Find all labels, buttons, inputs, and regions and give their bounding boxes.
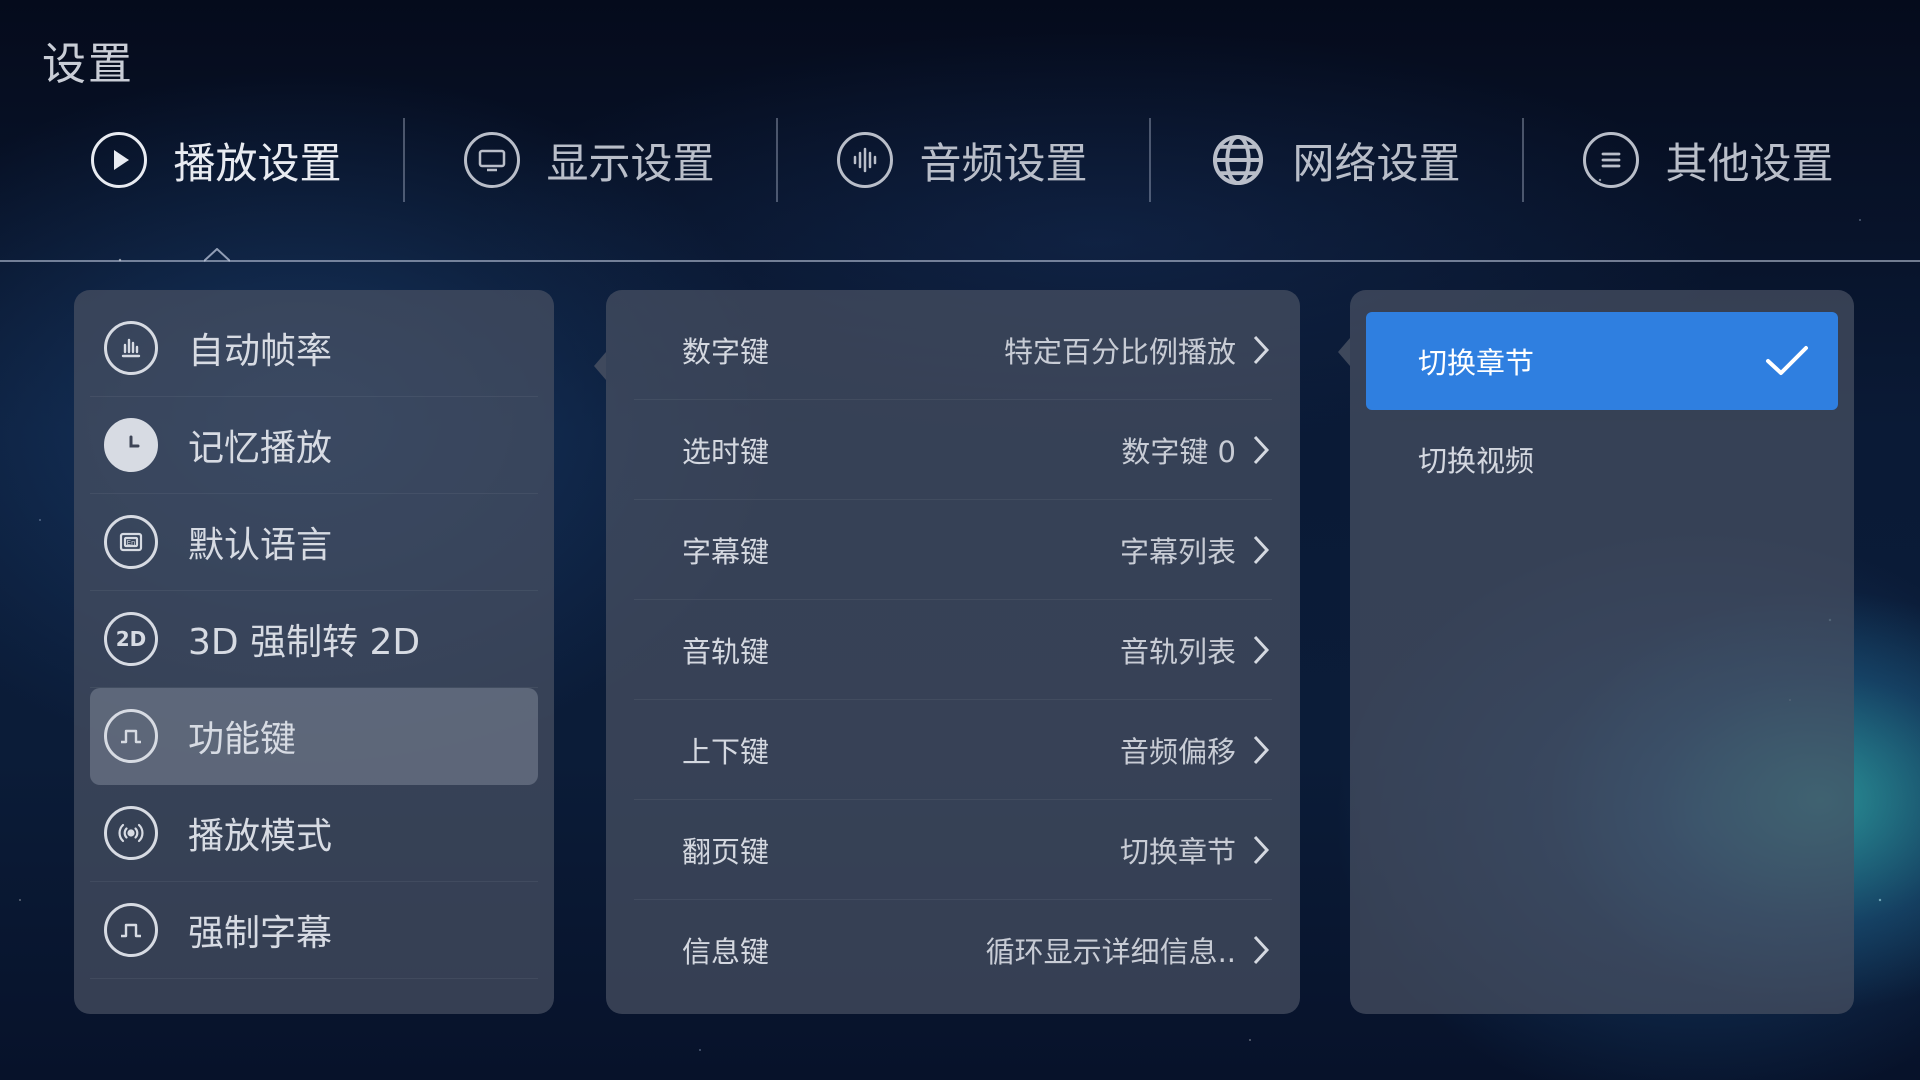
function-key-value: 循环显示详细信息..: [985, 935, 1236, 969]
audio-wave-icon: [837, 132, 894, 188]
tab-label: 其他设置: [1665, 138, 1834, 188]
chevron-right-icon: [1253, 335, 1270, 364]
submenu-pointer: [594, 352, 606, 380]
globe-icon: [1210, 132, 1266, 188]
monitor-icon: [464, 132, 521, 188]
checkmark-icon: [1766, 346, 1808, 375]
option-label: 切换章节: [1418, 346, 1535, 380]
menu-item-resume-playback[interactable]: 记忆播放: [90, 397, 538, 494]
broadcast-icon: [104, 806, 158, 860]
menu-item-auto-frame-rate[interactable]: 自动帧率: [90, 300, 538, 397]
menu-item-force-subtitles[interactable]: 强制字幕: [90, 882, 538, 979]
menu-item-playback-mode[interactable]: 播放模式: [90, 785, 538, 882]
menu-lines-icon: [1583, 132, 1640, 188]
chevron-right-icon: [1253, 835, 1270, 864]
2d-badge-icon: 2D: [104, 612, 158, 666]
tab-audio-settings[interactable]: 音频设置: [776, 118, 1149, 202]
chevron-right-icon: [1253, 435, 1270, 464]
option-switch-video[interactable]: 切换视频: [1366, 410, 1838, 508]
language-en-icon: En: [104, 515, 158, 569]
menu-item-label: 记忆播放: [188, 428, 333, 469]
tab-display-settings[interactable]: 显示设置: [403, 118, 776, 202]
tab-label: 播放设置: [173, 138, 342, 188]
chevron-right-icon: [1253, 635, 1270, 664]
function-key-value: 音频偏移: [1119, 734, 1236, 769]
tab-network-settings[interactable]: 网络设置: [1149, 118, 1522, 202]
chevron-right-icon: [1253, 935, 1270, 965]
chevron-right-icon: [1253, 735, 1270, 764]
function-key-row-page[interactable]: 翻页键 切换章节: [634, 800, 1272, 900]
menu-item-label: 功能键: [188, 719, 297, 760]
function-key-label: 上下键: [682, 734, 770, 769]
tab-other-settings[interactable]: 其他设置: [1522, 118, 1895, 202]
option-switch-chapter[interactable]: 切换章节: [1366, 312, 1838, 410]
tab-divider-line: [0, 260, 1920, 262]
active-tab-pointer: [204, 248, 230, 262]
function-key-label: 信息键: [682, 935, 770, 969]
function-key-label: 选时键: [682, 434, 770, 469]
clock-icon: [104, 418, 158, 472]
function-key-label: 字幕键: [682, 534, 770, 569]
top-tab-bar: 播放设置 显示设置 音频设置 网络设置 其他设置: [0, 118, 1920, 202]
menu-item-label: 默认语言: [188, 525, 333, 566]
menu-item-default-language[interactable]: En 默认语言: [90, 494, 538, 591]
function-key-label: 音轨键: [682, 634, 770, 669]
menu-item-label: 自动帧率: [188, 331, 333, 372]
function-key-row-number[interactable]: 数字键 特定百分比例播放: [634, 300, 1272, 400]
function-key-row-info[interactable]: 信息键 循环显示详细信息..: [634, 900, 1272, 1000]
function-key-value: 数字键 0: [1121, 434, 1236, 469]
bar-chart-icon: [104, 321, 158, 375]
square-wave-icon: [104, 903, 158, 957]
play-icon: [91, 132, 148, 188]
square-wave-icon: [104, 709, 158, 763]
function-key-row-time[interactable]: 选时键 数字键 0: [634, 400, 1272, 500]
menu-item-label: 播放模式: [188, 816, 333, 857]
tab-label: 音频设置: [919, 138, 1088, 188]
function-key-value: 音轨列表: [1119, 634, 1236, 669]
function-key-value: 特定百分比例播放: [1003, 334, 1236, 369]
function-key-value: 切换章节: [1119, 834, 1236, 869]
menu-item-label: 强制字幕: [188, 913, 333, 954]
menu-item-force-3d-to-2d[interactable]: 2D 3D 强制转 2D: [90, 591, 538, 688]
svg-text:En: En: [127, 539, 136, 547]
category-menu-panel: 自动帧率 记忆播放 En 默认语言 2D 3D 强制转 2D 功能键 播放模式: [74, 290, 554, 1014]
function-key-list-panel: 数字键 特定百分比例播放 选时键 数字键 0 字幕键 字幕列表 音轨键 音轨列表…: [606, 290, 1300, 1014]
option-label: 切换视频: [1418, 444, 1535, 478]
function-key-row-up-down[interactable]: 上下键 音频偏移: [634, 700, 1272, 800]
tab-playback-settings[interactable]: 播放设置: [30, 118, 403, 202]
function-key-label: 翻页键: [682, 834, 770, 869]
option-list-panel: 切换章节 切换视频: [1350, 290, 1854, 1014]
tab-label: 显示设置: [546, 138, 715, 188]
options-pointer: [1338, 338, 1350, 366]
function-key-row-audio-track[interactable]: 音轨键 音轨列表: [634, 600, 1272, 700]
menu-item-label: 3D 强制转 2D: [188, 622, 421, 663]
chevron-right-icon: [1253, 535, 1270, 564]
tab-label: 网络设置: [1292, 138, 1461, 188]
function-key-label: 数字键: [682, 334, 770, 369]
function-key-row-subtitle[interactable]: 字幕键 字幕列表: [634, 500, 1272, 600]
page-title: 设置: [42, 39, 134, 90]
menu-item-function-keys[interactable]: 功能键: [90, 688, 538, 785]
function-key-value: 字幕列表: [1119, 534, 1236, 569]
